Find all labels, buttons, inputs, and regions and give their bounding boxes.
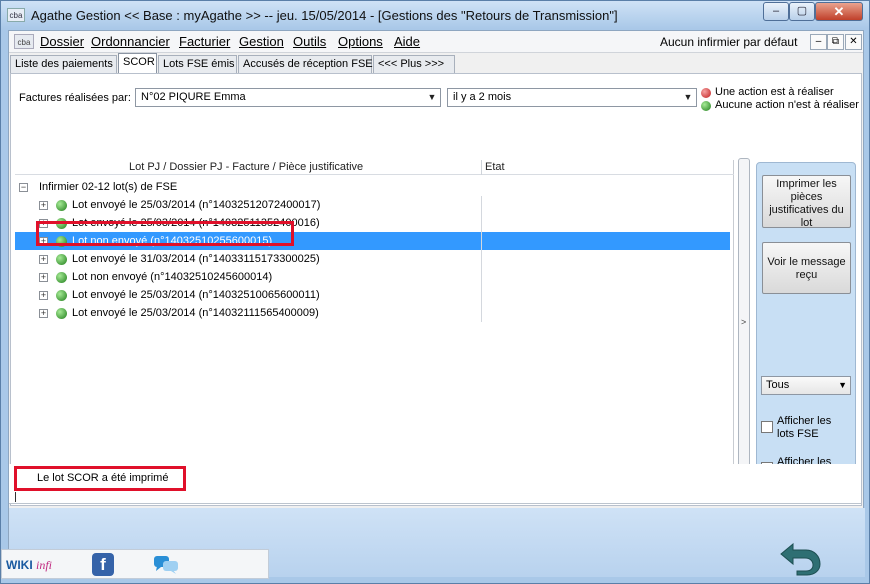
tree-lot-row[interactable]: + Lot envoyé le 25/03/2014 (n°14032510065…: [15, 286, 730, 304]
column-divider: [481, 286, 482, 304]
period-select-value: il y a 2 mois: [453, 91, 512, 103]
lot-label: Lot envoyé le 25/03/2014 (n°140325100656…: [72, 289, 320, 301]
maximize-button[interactable]: ▢: [789, 2, 815, 21]
red-ball-icon: [701, 88, 711, 98]
expand-icon[interactable]: +: [39, 273, 48, 282]
green-ball-icon: [701, 101, 711, 111]
system-menu-icon[interactable]: cba: [14, 34, 34, 49]
window-title: Agathe Gestion << Base : myAgathe >> -- …: [31, 8, 618, 23]
tree-header: Lot PJ / Dossier PJ - Facture / Pièce ju…: [15, 160, 734, 175]
tree-lot-row[interactable]: + Lot envoyé le 25/03/2014 (n°14032512072…: [15, 196, 730, 214]
chevron-right-icon: >: [741, 317, 747, 327]
chevron-down-icon: ▼: [427, 92, 437, 102]
side-panel: Imprimer les pièces justificatives du lo…: [756, 162, 856, 494]
type-filter-select[interactable]: Tous ▼: [761, 376, 851, 395]
status-message: Le lot SCOR a été imprimé: [37, 472, 169, 484]
print-justificatives-button[interactable]: Imprimer les pièces justificatives du lo…: [762, 175, 851, 229]
chevron-down-icon: ▼: [838, 380, 847, 390]
menu-options[interactable]: Options: [338, 34, 383, 49]
menu-bar: cba Dossier Ordonnancier Facturier Gesti…: [9, 31, 863, 53]
nurse-select[interactable]: N°02 PIQURE Emma ▼: [135, 88, 441, 107]
lot-label: Lot non envoyé (n°14032510245600014): [72, 271, 273, 283]
title-bar[interactable]: cba Agathe Gestion << Base : myAgathe >>…: [1, 1, 869, 29]
scor-panel: Factures réalisées par: N°02 PIQURE Emma…: [10, 73, 862, 506]
column-divider[interactable]: [481, 160, 482, 175]
column-divider: [481, 232, 482, 250]
child-restore-button[interactable]: ⧉: [827, 34, 844, 50]
checkbox-box[interactable]: [761, 421, 773, 433]
nurse-select-value: N°02 PIQURE Emma: [141, 91, 246, 103]
return-arrow-icon[interactable]: [779, 536, 825, 576]
app-window: cba Agathe Gestion << Base : myAgathe >>…: [0, 0, 870, 584]
expand-icon[interactable]: +: [39, 201, 48, 210]
tab-lots-fse-emis[interactable]: Lots FSE émis: [158, 55, 237, 73]
menu-aide[interactable]: Aide: [394, 34, 420, 49]
tab-accuses-reception[interactable]: Accusés de réception FSE: [238, 55, 373, 73]
green-ball-icon: [56, 272, 67, 283]
collapse-icon[interactable]: −: [19, 183, 28, 192]
chevron-down-icon: ▼: [683, 92, 693, 102]
period-select[interactable]: il y a 2 mois ▼: [447, 88, 697, 107]
child-close-button[interactable]: ✕: [845, 34, 862, 50]
chat-icon[interactable]: [153, 555, 179, 574]
green-ball-icon: [56, 200, 67, 211]
text-cursor: [15, 492, 16, 502]
status-message-frame: Le lot SCOR a été imprimé: [14, 466, 186, 491]
splitter-toggle[interactable]: >: [738, 158, 750, 495]
column-header-etat[interactable]: Etat: [485, 161, 505, 173]
menu-ordonnancier[interactable]: Ordonnancier: [91, 34, 170, 49]
minimize-button[interactable]: –: [763, 2, 789, 21]
footer-bar: WIKI infi f: [1, 549, 269, 579]
expand-icon[interactable]: +: [39, 309, 48, 318]
legend-action-required: Une action est à réaliser: [701, 86, 859, 99]
lots-tree[interactable]: Lot PJ / Dossier PJ - Facture / Pièce ju…: [15, 160, 734, 496]
tab-liste-paiements[interactable]: Liste des paiements: [10, 55, 117, 73]
lot-label: Lot envoyé le 31/03/2014 (n°140331151733…: [72, 253, 320, 265]
tree-lot-row[interactable]: + Lot envoyé le 25/03/2014 (n°14032111565…: [15, 304, 730, 322]
tab-strip: Liste des paiements SCOR Lots FSE émis A…: [9, 53, 863, 74]
column-divider: [481, 268, 482, 286]
show-lots-fse-checkbox[interactable]: Afficher les lots FSE: [761, 415, 851, 445]
column-header-lot[interactable]: Lot PJ / Dossier PJ - Facture / Pièce ju…: [129, 161, 363, 173]
tree-root-row[interactable]: − Infirmier 02-12 lot(s) de FSE: [15, 178, 730, 196]
column-divider: [481, 250, 482, 268]
default-nurse-label: Aucun infirmier par défaut: [660, 35, 798, 49]
tree-root-label: Infirmier 02-12 lot(s) de FSE: [39, 181, 178, 193]
column-divider: [481, 196, 482, 214]
legend-no-action: Aucune action n'est à réaliser: [701, 99, 859, 112]
menu-dossier[interactable]: Dossier: [40, 34, 84, 49]
status-legend: Une action est à réaliser Aucune action …: [701, 86, 859, 112]
column-divider: [481, 304, 482, 322]
expand-icon[interactable]: +: [39, 255, 48, 264]
lot-label: Lot envoyé le 25/03/2014 (n°140325120724…: [72, 199, 321, 211]
close-button[interactable]: ✕: [815, 2, 863, 21]
green-ball-icon: [56, 254, 67, 265]
green-ball-icon: [56, 308, 67, 319]
facebook-icon[interactable]: f: [92, 553, 114, 576]
lot-label: Lot envoyé le 25/03/2014 (n°140321115654…: [72, 307, 319, 319]
invoices-by-label: Factures réalisées par:: [19, 92, 131, 104]
view-message-button[interactable]: Voir le message reçu: [762, 242, 851, 294]
annotation-frame-selected-row: [36, 221, 294, 246]
tab-plus[interactable]: <<< Plus >>>: [373, 55, 455, 73]
app-icon: cba: [7, 8, 25, 22]
child-minimize-button[interactable]: –: [810, 34, 827, 50]
wiki-infi-link[interactable]: WIKI infi: [6, 558, 52, 573]
green-ball-icon: [56, 290, 67, 301]
menu-gestion[interactable]: Gestion: [239, 34, 284, 49]
tree-lot-row[interactable]: + Lot envoyé le 31/03/2014 (n°14033115173…: [15, 250, 730, 268]
expand-icon[interactable]: +: [39, 291, 48, 300]
menu-facturier[interactable]: Facturier: [179, 34, 230, 49]
type-filter-value: Tous: [766, 379, 790, 391]
column-divider: [481, 214, 482, 232]
status-area: Le lot SCOR a été imprimé: [9, 464, 861, 504]
tree-lot-row[interactable]: + Lot non envoyé (n°14032510245600014): [15, 268, 730, 286]
tab-scor[interactable]: SCOR: [118, 53, 157, 74]
show-lots-fse-label: Afficher les lots FSE: [777, 415, 832, 440]
menu-outils[interactable]: Outils: [293, 34, 326, 49]
mdi-child-window: cba Dossier Ordonnancier Facturier Gesti…: [8, 30, 865, 577]
